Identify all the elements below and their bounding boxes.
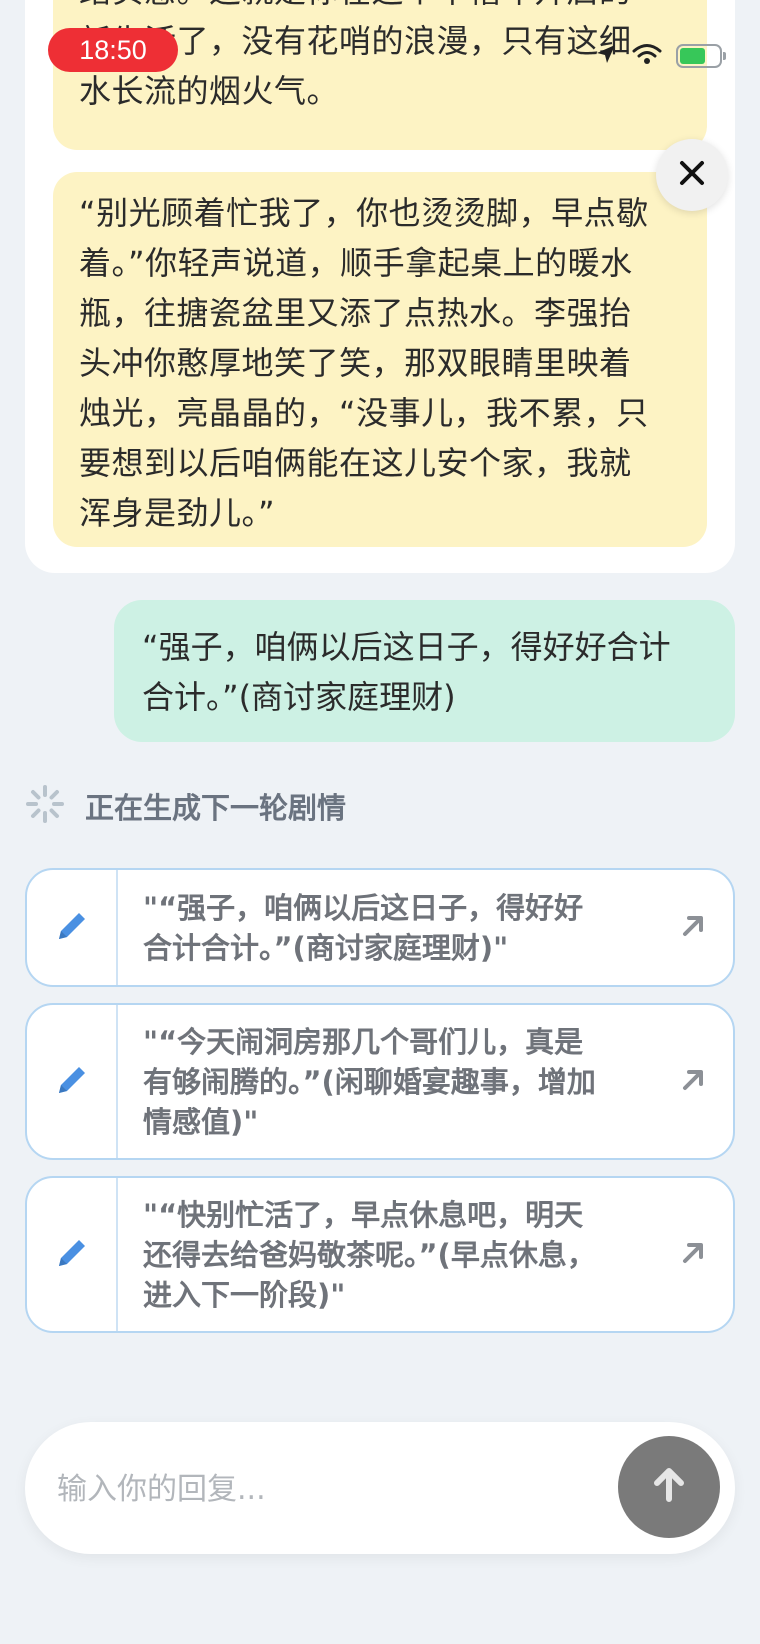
story-line: 浑身是劲儿。” [79,494,276,532]
battery-icon [676,44,726,68]
option-line: 有够闹腾的。”(闲聊婚宴趣事，增加 [143,1064,596,1099]
status-time: 18:50 [48,28,178,72]
option-line: "“今天闹洞房那几个哥们儿，真是 [143,1024,584,1059]
option-text: "“快别忙活了，早点休息吧，明天 还得去给爸妈敬茶呢。”(早点休息， 进入下一阶… [143,1195,643,1315]
send-option-button[interactable] [675,1064,711,1100]
pencil-icon [55,909,89,947]
story-line: 水长流的烟火气。 [79,72,340,110]
option-text: "“强子，咱俩以后这日子，得好好 合计合计。”(商讨家庭理财)" [143,888,643,968]
story-paragraph-1: 踏实感。这就是你在这个千禧年开启的 新生活了，没有花哨的浪漫，只有这细 水长流的… [53,0,707,150]
generating-label: 正在生成下一轮剧情 [85,791,347,825]
option-text: "“今天闹洞房那几个哥们儿，真是 有够闹腾的。”(闲聊婚宴趣事，增加 情感值)" [143,1022,643,1142]
reply-input-bar [25,1422,735,1556]
user-message-line: “强子，咱俩以后这日子，得好好合计 [142,628,671,666]
user-message-bubble: “强子，咱俩以后这日子，得好好合计 合计。”(商讨家庭理财) [114,600,735,742]
status-icons [594,40,726,72]
spinner-icon [25,784,65,828]
close-icon [679,160,705,190]
reply-input[interactable] [55,1422,579,1556]
edit-option-button[interactable] [27,870,118,985]
send-option-button[interactable] [675,1237,711,1273]
generating-indicator: 正在生成下一轮剧情 [25,784,346,828]
pencil-icon [55,1063,89,1101]
arrow-up-icon [649,1465,689,1509]
option-line: 还得去给爸妈敬茶呢。”(早点休息， [143,1237,596,1272]
close-button[interactable] [656,139,728,211]
arrow-up-right-icon [680,1240,706,1270]
arrow-up-right-icon [680,913,706,943]
pencil-icon [55,1236,89,1274]
story-paragraph-2: “别光顾着忙我了，你也烫烫脚，早点歇 着。”你轻声说道，顺手拿起桌上的暖水 瓶，… [53,172,707,547]
arrow-up-right-icon [680,1067,706,1097]
story-line: 踏实感。这就是你在这个千禧年开启的 [79,0,681,16]
story-card: 踏实感。这就是你在这个千禧年开启的 新生活了，没有花哨的浪漫，只有这细 水长流的… [25,0,735,573]
wifi-icon [632,42,662,70]
option-line: 情感值)" [143,1104,259,1139]
send-option-button[interactable] [675,910,711,946]
story-line: “别光顾着忙我了，你也烫烫脚，早点歇 [79,194,649,232]
option-line: "“强子，咱俩以后这日子，得好好 [143,890,584,925]
location-icon [594,42,618,70]
option-line: "“快别忙活了，早点休息吧，明天 [143,1197,584,1232]
option-line: 合计合计。”(商讨家庭理财)" [143,930,509,965]
battery-fill [680,48,706,64]
story-line: 头冲你憨厚地笑了笑，那双眼睛里映着 [79,344,632,382]
reply-option-1[interactable]: "“强子，咱俩以后这日子，得好好 合计合计。”(商讨家庭理财)" [25,868,735,987]
edit-option-button[interactable] [27,1178,118,1331]
option-line: 进入下一阶段)" [143,1277,346,1312]
story-line: 要想到以后咱俩能在这儿安个家，我就 [79,444,632,482]
user-message-line: 合计。”(商讨家庭理财) [142,678,456,716]
send-button[interactable] [618,1436,720,1538]
edit-option-button[interactable] [27,1005,118,1158]
reply-option-3[interactable]: "“快别忙活了，早点休息吧，明天 还得去给爸妈敬茶呢。”(早点休息， 进入下一阶… [25,1176,735,1333]
reply-option-2[interactable]: "“今天闹洞房那几个哥们儿，真是 有够闹腾的。”(闲聊婚宴趣事，增加 情感值)" [25,1003,735,1160]
story-line: 烛光，亮晶晶的，“没事儿，我不累，只 [79,394,649,432]
story-line: 瓶，往搪瓷盆里又添了点热水。李强抬 [79,294,632,332]
story-line: 着。”你轻声说道，顺手拿起桌上的暖水 [79,244,633,282]
